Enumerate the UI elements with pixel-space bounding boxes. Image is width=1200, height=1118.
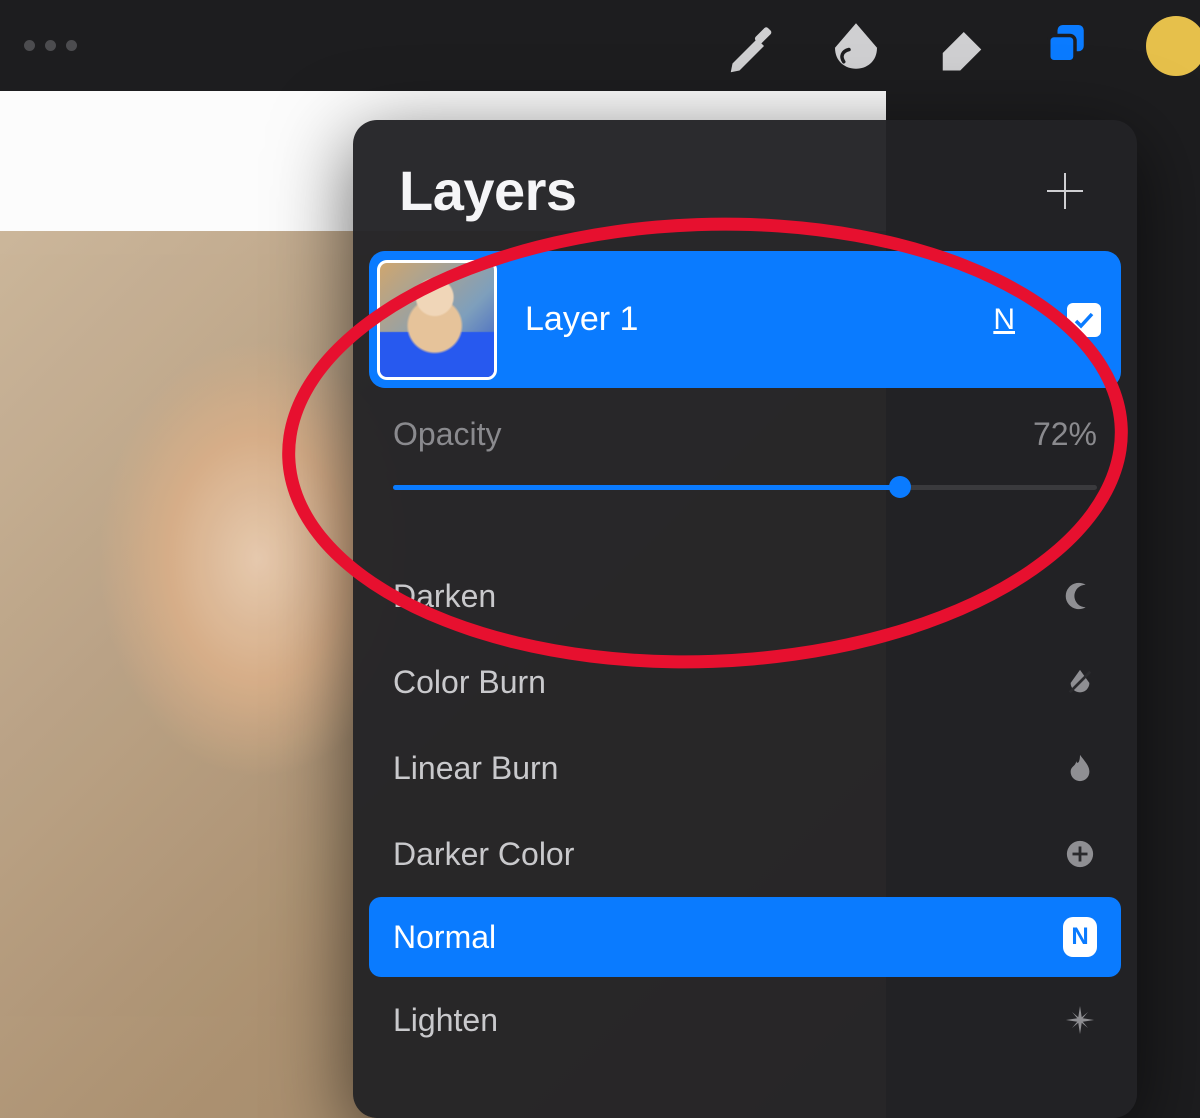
layers-tool[interactable] [1015,0,1121,91]
badge-n-icon: N [1063,920,1097,954]
layers-panel: Layers Layer 1 N Opacity 72% Darken Color… [353,120,1137,1118]
opacity-slider[interactable] [393,467,1097,507]
blend-mode-lighten[interactable]: Lighten [353,977,1137,1063]
opacity-value: 72% [1033,416,1097,453]
smudge-tool[interactable] [803,0,909,91]
blend-mode-label: Linear Burn [393,750,558,787]
brush-tool[interactable] [697,0,803,91]
droplet-icon [1063,665,1097,699]
blend-mode-linear-burn[interactable]: Linear Burn [353,725,1137,811]
blend-mode-letter[interactable]: N [993,303,1015,337]
layer-name[interactable]: Layer 1 [525,300,965,339]
blend-mode-normal[interactable]: Normal N [369,897,1121,977]
opacity-slider-fill [393,485,900,490]
flame-icon [1063,751,1097,785]
blend-mode-list: Darken Color Burn Linear Burn Darker Color N… [353,553,1137,1063]
color-swatch[interactable] [1146,16,1200,76]
blend-mode-darker-color[interactable]: Darker Color [353,811,1137,897]
blend-mode-label: Normal [393,919,496,956]
layer-thumbnail[interactable] [377,260,497,380]
opacity-label: Opacity [393,416,501,453]
plus-dot-icon [1063,837,1097,871]
top-toolbar [0,0,1200,91]
eraser-tool[interactable] [909,0,1015,91]
moon-icon [1063,579,1097,613]
blend-mode-darken[interactable]: Darken [353,553,1137,639]
layer-visibility-checkbox[interactable] [1067,303,1101,337]
opacity-slider-thumb[interactable] [889,476,911,498]
blend-mode-label: Darken [393,578,496,615]
blend-mode-label: Darker Color [393,836,574,873]
opacity-control: Opacity 72% [353,388,1137,517]
panel-title: Layers [399,158,577,223]
sparkle-icon [1063,1003,1097,1037]
blend-mode-color-burn[interactable]: Color Burn [353,639,1137,725]
layer-row[interactable]: Layer 1 N [369,251,1121,388]
blend-mode-label: Lighten [393,1002,498,1039]
gallery-menu-icon[interactable] [24,40,77,51]
blend-mode-label: Color Burn [393,664,546,701]
add-layer-button[interactable] [1041,167,1089,215]
